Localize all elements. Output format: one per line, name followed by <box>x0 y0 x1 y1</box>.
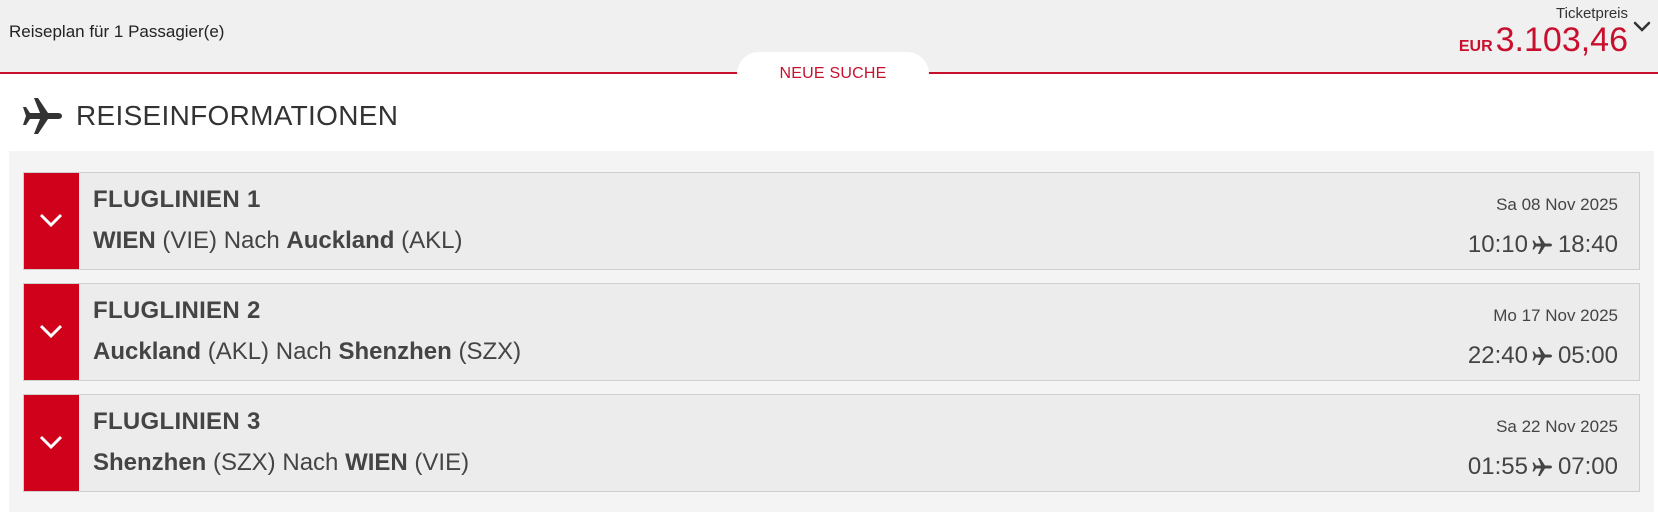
destination-city: WIEN <box>345 449 408 476</box>
destination-city: Auckland <box>286 227 395 254</box>
section-title: REISEINFORMATIONEN <box>76 100 399 131</box>
flight-date: Mo 17 Nov 2025 <box>1493 306 1618 325</box>
flight-times: 22:40 05:00 <box>1468 342 1618 370</box>
price-currency: EUR <box>1458 38 1493 55</box>
destination-city: Shenzhen <box>338 338 452 365</box>
section-heading: REISEINFORMATIONEN <box>22 94 398 138</box>
airplane-icon <box>1532 236 1552 254</box>
flight-route: Shenzhen (SZX) Nach WIEN (VIE) <box>93 449 469 477</box>
chevron-down-icon <box>39 213 63 228</box>
origin-city: WIEN <box>93 227 156 254</box>
chevron-down-icon <box>39 435 63 450</box>
flight-title: FLUGLINIEN 2 <box>93 297 261 324</box>
ticket-price-label: Ticketpreis <box>1556 5 1628 22</box>
chevron-down-icon <box>39 324 63 339</box>
flight-card[interactable]: FLUGLINIEN 3 Shenzhen (SZX) Nach WIEN (V… <box>23 394 1640 492</box>
expand-toggle[interactable] <box>24 284 79 380</box>
new-search-button[interactable]: NEUE SUCHE <box>737 52 929 96</box>
flight-list: FLUGLINIEN 1 WIEN (VIE) Nach Auckland (A… <box>9 151 1654 512</box>
airplane-icon <box>23 98 62 134</box>
origin-city: Auckland <box>93 338 202 365</box>
departure-time: 22:40 <box>1467 342 1528 369</box>
chevron-down-icon[interactable] <box>1632 20 1652 36</box>
flight-card[interactable]: FLUGLINIEN 2 Auckland (AKL) Nach Shenzhe… <box>23 283 1640 381</box>
expand-toggle[interactable] <box>24 173 79 269</box>
route-connector: Nach <box>282 449 339 476</box>
flight-date: Sa 22 Nov 2025 <box>1496 417 1618 436</box>
departure-time: 10:10 <box>1467 231 1528 258</box>
flight-times: 10:10 18:40 <box>1468 231 1618 259</box>
flight-title: FLUGLINIEN 3 <box>93 408 261 435</box>
origin-code: (SZX) <box>213 449 276 476</box>
ticket-price: Ticketpreis EUR3.103,46 <box>1459 5 1628 58</box>
destination-code: (VIE) <box>414 449 470 476</box>
flight-route: Auckland (AKL) Nach Shenzhen (SZX) <box>93 338 521 366</box>
flight-card[interactable]: FLUGLINIEN 1 WIEN (VIE) Nach Auckland (A… <box>23 172 1640 270</box>
price-amount: 3.103,46 <box>1495 21 1628 59</box>
expand-toggle[interactable] <box>24 395 79 491</box>
flight-route: WIEN (VIE) Nach Auckland (AKL) <box>93 227 462 255</box>
route-connector: Nach <box>223 227 280 254</box>
origin-code: (AKL) <box>207 338 270 365</box>
route-connector: Nach <box>275 338 332 365</box>
destination-code: (SZX) <box>458 338 522 365</box>
arrival-time: 18:40 <box>1557 231 1618 258</box>
flight-times: 01:55 07:00 <box>1468 453 1618 481</box>
arrival-time: 05:00 <box>1557 342 1618 369</box>
flight-title: FLUGLINIEN 1 <box>93 186 261 213</box>
arrival-time: 07:00 <box>1557 453 1618 480</box>
flight-date: Sa 08 Nov 2025 <box>1496 195 1618 214</box>
departure-time: 01:55 <box>1467 453 1528 480</box>
origin-code: (VIE) <box>162 227 218 254</box>
airplane-icon <box>1532 347 1552 365</box>
origin-city: Shenzhen <box>93 449 207 476</box>
airplane-icon <box>1532 458 1552 476</box>
itinerary-summary: Reiseplan für 1 Passagier(e) <box>9 22 225 41</box>
destination-code: (AKL) <box>401 227 463 254</box>
